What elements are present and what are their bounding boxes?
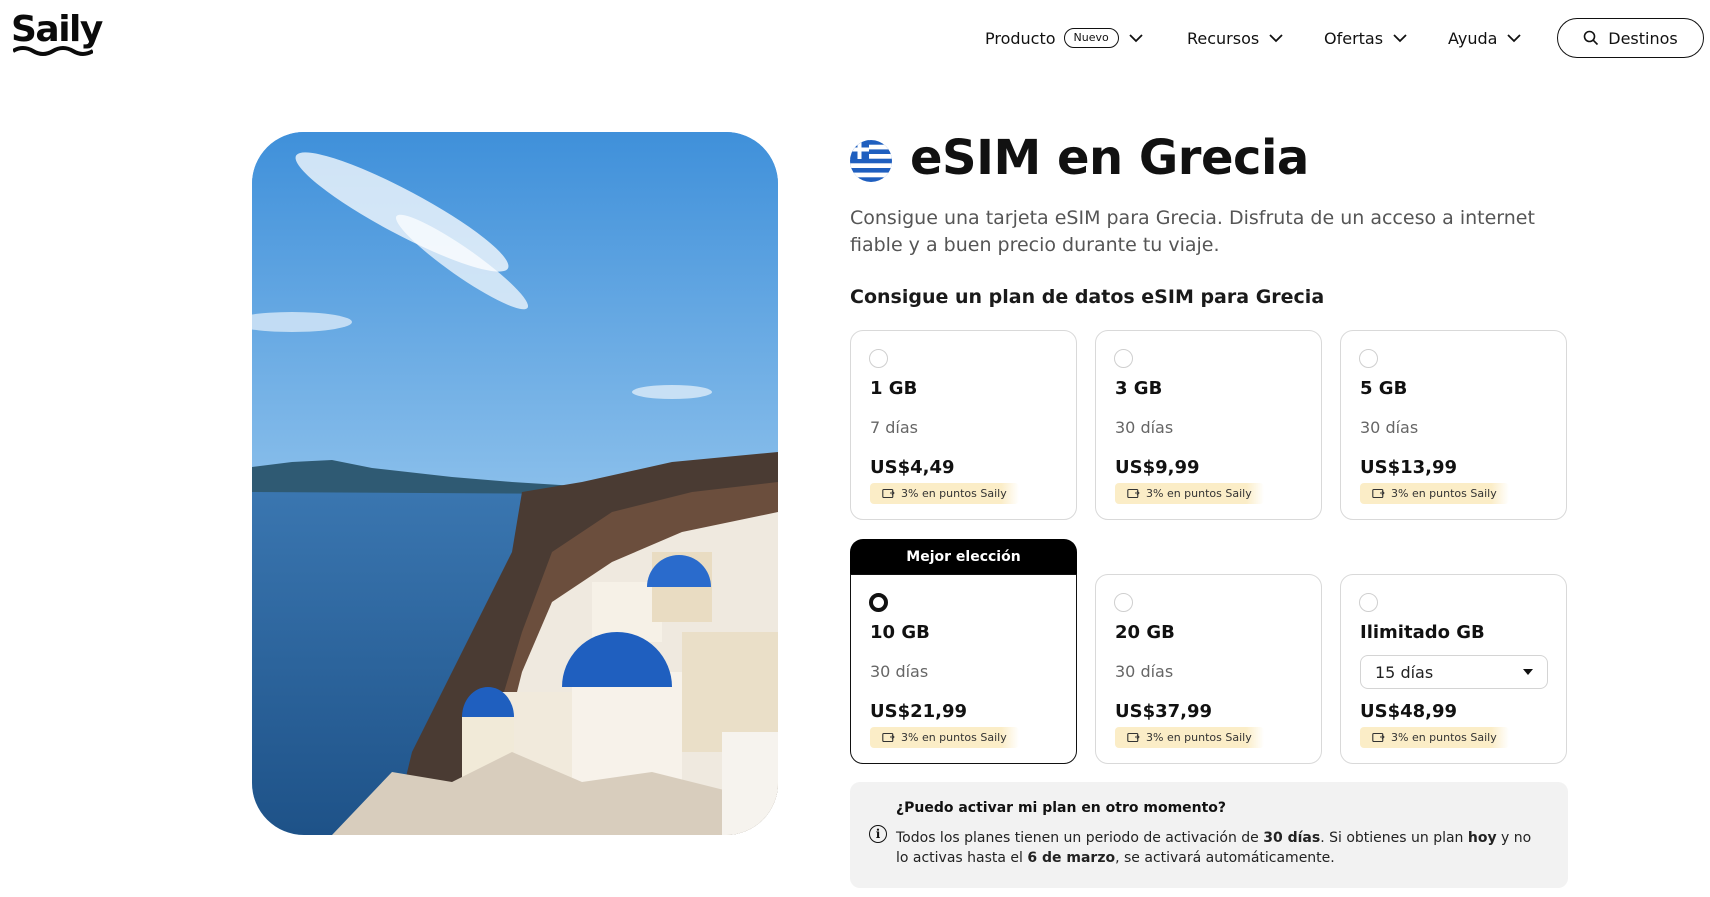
plan-price: US$4,49 [870,457,955,478]
plan-data-amount: 20 GB [1115,622,1175,643]
points-badge: 3% en puntos Saily [1360,483,1509,504]
chevron-down-icon [1129,34,1143,43]
points-label: 3% en puntos Saily [901,487,1007,500]
plan-duration: 30 días [870,662,929,681]
nav-producto-label: Producto [985,28,1056,48]
search-icon [1583,30,1599,46]
wave-icon [13,46,93,56]
points-label: 3% en puntos Saily [1391,731,1497,744]
plan-price: US$37,99 [1115,701,1213,722]
points-label: 3% en puntos Saily [1146,487,1252,500]
plan-radio[interactable] [869,349,888,368]
plan-radio[interactable] [1114,593,1133,612]
best-choice-tag: Mejor elección [850,539,1077,575]
nav-ayuda[interactable]: Ayuda [1448,26,1523,50]
info-answer-strong: hoy [1467,830,1497,846]
gift-card-icon [882,732,895,743]
plan-card-5gb[interactable]: 5 GB 30 días US$13,99 3% en puntos Saily [1340,330,1567,520]
chevron-down-icon [1507,34,1522,43]
gift-card-icon [1127,732,1140,743]
plan-radio[interactable] [1359,593,1378,612]
points-label: 3% en puntos Saily [1146,731,1252,744]
plan-duration: 30 días [1115,662,1174,681]
hero-image [252,132,778,835]
plan-duration: 30 días [1115,418,1174,437]
duration-select[interactable]: 15 días [1360,655,1548,689]
nav-ofertas[interactable]: Ofertas [1324,26,1409,50]
points-label: 3% en puntos Saily [901,731,1007,744]
info-answer: Todos los planes tienen un periodo de ac… [896,828,1536,868]
points-label: 3% en puntos Saily [1391,487,1497,500]
destinations-label: Destinos [1608,28,1678,48]
plan-price: US$21,99 [870,701,968,722]
plan-data-amount: 1 GB [870,378,918,399]
info-answer-text: . Si obtienes un plan [1320,830,1468,846]
plan-radio-selected[interactable] [869,593,888,612]
plan-duration: 7 días [870,418,919,437]
chevron-down-icon [1269,34,1283,43]
gift-card-icon [882,488,895,499]
nav-ayuda-label: Ayuda [1448,28,1498,48]
chevron-down-icon [1393,34,1407,43]
destinations-button[interactable]: Destinos [1557,18,1704,58]
saily-logo[interactable]: Saily [11,9,103,58]
nav-ofertas-label: Ofertas [1324,28,1384,48]
nav-recursos-label: Recursos [1187,28,1260,48]
points-badge: 3% en puntos Saily [870,483,1019,504]
plan-price: US$48,99 [1360,701,1458,722]
plan-price: US$9,99 [1115,457,1200,478]
info-question: ¿Puedo activar mi plan en otro momento? [896,800,1227,816]
duration-select-value: 15 días [1375,662,1434,682]
plans-heading: Consigue un plan de datos eSIM para Grec… [850,286,1325,308]
plan-radio[interactable] [1359,349,1378,368]
gift-card-icon [1127,488,1140,499]
santorini-illustration [252,132,778,835]
plan-card-3gb[interactable]: 3 GB 30 días US$9,99 3% en puntos Saily [1095,330,1322,520]
activation-info-box: i ¿Puedo activar mi plan en otro momento… [850,782,1568,888]
page-subtitle: Consigue una tarjeta eSIM para Grecia. D… [850,207,1535,256]
plan-data-amount: 5 GB [1360,378,1408,399]
points-badge: 3% en puntos Saily [1115,483,1264,504]
points-badge: 3% en puntos Saily [870,727,1019,748]
plan-duration: 30 días [1360,418,1419,437]
points-badge: 3% en puntos Saily [1115,727,1264,748]
plan-card-20gb[interactable]: 20 GB 30 días US$37,99 3% en puntos Sail… [1095,574,1322,764]
info-answer-strong: 6 de marzo [1027,850,1116,866]
plan-card-10gb[interactable]: 10 GB 30 días US$21,99 3% en puntos Sail… [850,574,1077,764]
info-answer-strong: 30 días [1263,830,1321,846]
top-navigation: Saily Producto Nuevo Recursos Ofertas Ay… [0,0,1710,76]
logo-text: Saily [11,9,103,50]
plan-data-amount: 10 GB [870,622,930,643]
new-badge: Nuevo [1063,28,1119,48]
info-answer-text: , se activará automáticamente. [1115,850,1335,866]
info-icon: i [869,825,887,843]
points-badge: 3% en puntos Saily [1360,727,1509,748]
plan-card-unlimited[interactable]: Ilimitado GB 15 días US$48,99 3% en punt… [1340,574,1567,764]
page-title: eSIM en Grecia [910,130,1309,186]
plan-radio[interactable] [1114,349,1133,368]
plan-price: US$13,99 [1360,457,1458,478]
gift-card-icon [1372,732,1385,743]
greece-flag-icon [850,140,892,182]
plan-card-1gb[interactable]: 1 GB 7 días US$4,49 3% en puntos Saily [850,330,1077,520]
gift-card-icon [1372,488,1385,499]
nav-recursos[interactable]: Recursos [1187,26,1285,50]
caret-down-icon [1523,669,1533,675]
info-answer-text: Todos los planes tienen un periodo de ac… [896,830,1264,846]
plan-data-amount: 3 GB [1115,378,1163,399]
plan-data-amount: Ilimitado GB [1360,622,1485,643]
nav-producto[interactable]: Producto Nuevo [985,26,1145,50]
